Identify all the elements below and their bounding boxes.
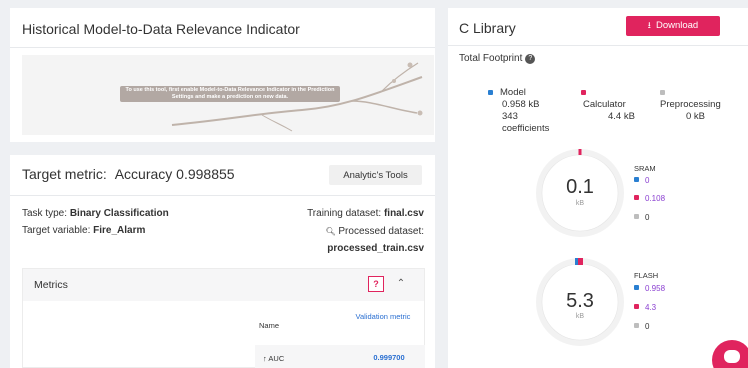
task-type-value: Binary Classification <box>69 208 169 219</box>
metrics-panel: Metrics ? ⌃ Name Validation metric ↑ AUC… <box>22 268 425 368</box>
flash-value: 5.3 <box>566 290 594 312</box>
training-dataset-label: Training dataset: <box>307 208 382 219</box>
total-footprint: Total Footprint? <box>459 53 536 64</box>
swatch <box>634 323 639 328</box>
task-type-label: Task type: <box>22 208 68 219</box>
target-variable: Target variable: Fire_Alarm <box>22 225 145 236</box>
search-icon[interactable]: 🔍︎ <box>322 227 335 236</box>
target-metric-title: Target metric: Accuracy 0.998855 <box>22 166 235 182</box>
divider <box>10 195 435 196</box>
flash-unit: kB <box>575 313 585 320</box>
processed-dataset-label: Processed dataset: <box>338 226 424 237</box>
flash-calculator-value: 4.3 <box>645 303 657 312</box>
table-row: ↑ AUC 0.999700 <box>255 345 425 368</box>
legend-model-coef-label: coefficients <box>502 123 550 134</box>
download-button[interactable]: ⭳ Download <box>626 16 720 36</box>
c-library-title: C Library <box>459 20 516 36</box>
target-variable-label: Target variable: <box>22 225 91 236</box>
metric-name: ↑ AUC <box>263 354 285 363</box>
flash-label: FLASH <box>634 271 659 280</box>
processed-dataset-value-row: processed_train.csv <box>327 243 424 254</box>
model-color-swatch <box>488 90 493 95</box>
download-label: Download <box>655 20 699 31</box>
analytic-tools-button[interactable]: Analytic's Tools <box>329 165 422 185</box>
metrics-header[interactable]: Metrics ? ⌃ <box>23 269 424 301</box>
target-metric-card: Target metric: Accuracy 0.998855 Analyti… <box>10 155 435 368</box>
relevance-banner: To use this tool, first enable Model-to-… <box>22 55 434 135</box>
flash-model-segment <box>575 258 578 265</box>
divider <box>448 45 748 46</box>
sram-donut: 0.1 kB <box>535 148 625 238</box>
legend-calculator-size: 4.4 kB <box>608 111 635 122</box>
column-validation-header[interactable]: Validation metric <box>353 311 413 323</box>
training-dataset-value: final.csv <box>383 208 424 219</box>
column-name-header: Name <box>259 321 280 330</box>
swatch <box>634 214 639 219</box>
target-variable-value: Fire_Alarm <box>93 225 146 236</box>
sram-unit: kB <box>575 200 585 207</box>
flash-calculator-segment <box>578 258 583 265</box>
sram-preprocessing-item: 0 <box>634 213 649 222</box>
swatch <box>634 177 639 182</box>
sram-calculator-item: 0.108 <box>634 194 665 203</box>
calculator-color-swatch-row <box>581 87 586 99</box>
c-library-card: C Library ⭳ Download Total Footprint? Mod… <box>448 8 748 368</box>
sram-label: SRAM <box>634 164 656 173</box>
legend-model-label: Model <box>500 87 526 98</box>
flash-model-value: 0.958 <box>645 284 666 293</box>
legend-preprocessing-size: 0 kB <box>686 111 706 122</box>
legend-preprocessing-label: Preprocessing <box>660 99 721 110</box>
total-footprint-label: Total Footprint <box>459 53 523 64</box>
calculator-color-swatch <box>581 90 586 95</box>
sram-model-value: 0 <box>645 176 650 185</box>
preprocessing-color-swatch-row <box>660 87 665 99</box>
processed-dataset-value[interactable]: processed_train.csv <box>327 243 424 254</box>
swatch <box>634 304 639 309</box>
training-dataset: Training dataset: final.csv <box>307 208 424 219</box>
chat-bubble-icon <box>724 350 740 363</box>
task-type: Task type: Binary Classification <box>22 208 169 219</box>
swatch <box>634 285 639 290</box>
legend-model-size: 0.958 kB <box>502 99 540 110</box>
flash-donut: 5.3 kB <box>535 257 625 347</box>
metrics-header-label: Metrics <box>34 279 68 291</box>
processed-dataset-label-row: 🔍︎ Processed dataset: <box>322 226 424 237</box>
banner-note: To use this tool, first enable Model-to-… <box>120 86 340 102</box>
target-metric-value: Accuracy 0.998855 <box>114 166 235 182</box>
legend-calculator-label: Calculator <box>583 99 626 110</box>
flash-calculator-item: 4.3 <box>634 303 656 312</box>
flash-preprocessing-item: 0 <box>634 322 649 331</box>
swatch <box>634 195 639 200</box>
sram-preprocessing-value: 0 <box>645 213 650 222</box>
legend-model-coef-count: 343 <box>502 111 518 122</box>
chevron-up-icon[interactable]: ⌃ <box>393 276 409 292</box>
help-icon[interactable]: ? <box>525 54 536 64</box>
metric-value: 0.999700 <box>373 353 405 362</box>
help-button[interactable]: ? <box>368 276 384 292</box>
sram-model-item: 0 <box>634 176 649 185</box>
download-icon: ⭳ <box>647 20 651 30</box>
divider <box>10 47 435 48</box>
target-metric-label: Target metric: <box>22 166 107 182</box>
sram-calculator-segment <box>578 149 582 155</box>
sram-value: 0.1 <box>566 176 594 198</box>
flash-model-item: 0.958 <box>634 284 665 293</box>
historical-title: Historical Model-to-Data Relevance Indic… <box>22 21 300 37</box>
legend-model: Model <box>488 87 526 99</box>
preprocessing-color-swatch <box>660 90 665 95</box>
flash-preprocessing-value: 0 <box>645 322 650 331</box>
historical-relevance-card: Historical Model-to-Data Relevance Indic… <box>10 8 435 142</box>
sram-calculator-value: 0.108 <box>645 194 666 203</box>
